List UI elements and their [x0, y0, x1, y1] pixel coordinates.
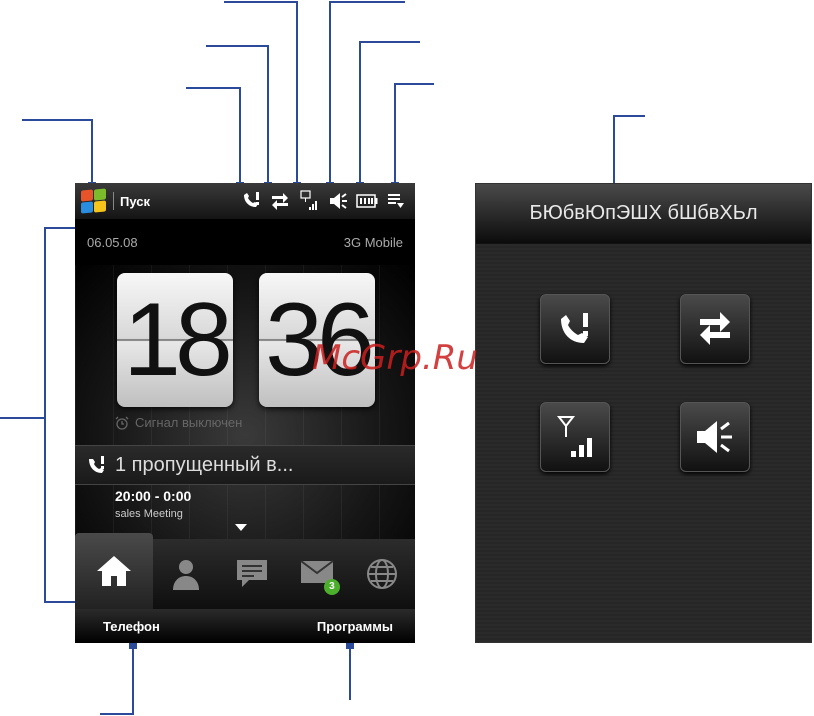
speaker-button[interactable] — [680, 402, 750, 472]
alarm-text: Сигнал выключен — [135, 415, 243, 430]
speaker-icon[interactable] — [327, 190, 349, 212]
phone-alert-icon — [561, 313, 588, 343]
appointment[interactable]: 20:00 - 0:00 sales Meeting — [115, 488, 191, 520]
start-label: Пуск — [120, 193, 150, 209]
operator-text: 3G Mobile — [343, 234, 403, 250]
data-connection-icon[interactable] — [269, 190, 291, 212]
battery-icon[interactable] — [356, 190, 378, 212]
data-connection-icon — [700, 312, 730, 345]
home-icon — [97, 556, 132, 586]
tab-messages[interactable] — [219, 539, 284, 609]
appointment-time: 20:00 - 0:00 — [115, 488, 192, 504]
status-bar: Пуск — [75, 183, 415, 219]
missed-calls-text: 1 пропущенный в... — [115, 453, 294, 476]
tab-bar: 3 — [75, 533, 415, 609]
status-icons — [240, 183, 415, 219]
menu-icon[interactable] — [385, 190, 407, 212]
date-text: 06.05.08 — [87, 234, 138, 250]
email-count-badge: 3 — [323, 578, 340, 595]
phone-home-screen: Пуск 06.05.08 3G Mobile 18 36 Сигнал вык… — [75, 183, 415, 643]
comm-manager-title: БЮбвЮпЭШХ бШбвХЬл — [476, 184, 811, 244]
expand-arrow-icon[interactable] — [235, 524, 247, 531]
clock-hours[interactable]: 18 — [117, 273, 233, 407]
missed-calls-row[interactable]: 1 пропущенный в... — [75, 445, 415, 485]
comm-manager-screen: БЮбвЮпЭШХ бШбвХЬл — [475, 183, 812, 643]
start-separator — [113, 192, 114, 210]
tab-internet[interactable] — [350, 539, 415, 609]
right-softkey-programs[interactable]: Программы — [317, 619, 393, 634]
tab-email[interactable]: 3 — [284, 539, 349, 609]
person-icon — [173, 560, 200, 590]
signal-strength-icon — [556, 416, 592, 457]
signal-strength-icon[interactable] — [298, 190, 320, 212]
tab-home[interactable] — [75, 533, 154, 609]
alarm-clock-icon — [115, 416, 129, 430]
windows-logo-icon — [79, 188, 107, 214]
signal-button[interactable] — [540, 402, 610, 472]
soft-key-bar: Телефон Программы — [75, 609, 415, 643]
start-button[interactable]: Пуск — [75, 183, 150, 219]
alarm-status[interactable]: Сигнал выключен — [115, 415, 242, 430]
speaker-icon — [697, 421, 732, 453]
globe-icon — [367, 559, 398, 589]
info-bar: 06.05.08 3G Mobile — [75, 219, 415, 265]
tab-people[interactable] — [153, 539, 218, 609]
data-connection-button[interactable] — [680, 294, 750, 364]
missed-call-icon — [89, 456, 104, 473]
appointment-subject: sales Meeting — [115, 508, 183, 520]
sms-icon — [236, 560, 267, 587]
watermark: McGrp.Ru — [312, 338, 478, 378]
missed-call-icon[interactable] — [240, 190, 262, 212]
missed-call-button[interactable] — [540, 294, 610, 364]
left-softkey-phone[interactable]: Телефон — [103, 619, 160, 634]
